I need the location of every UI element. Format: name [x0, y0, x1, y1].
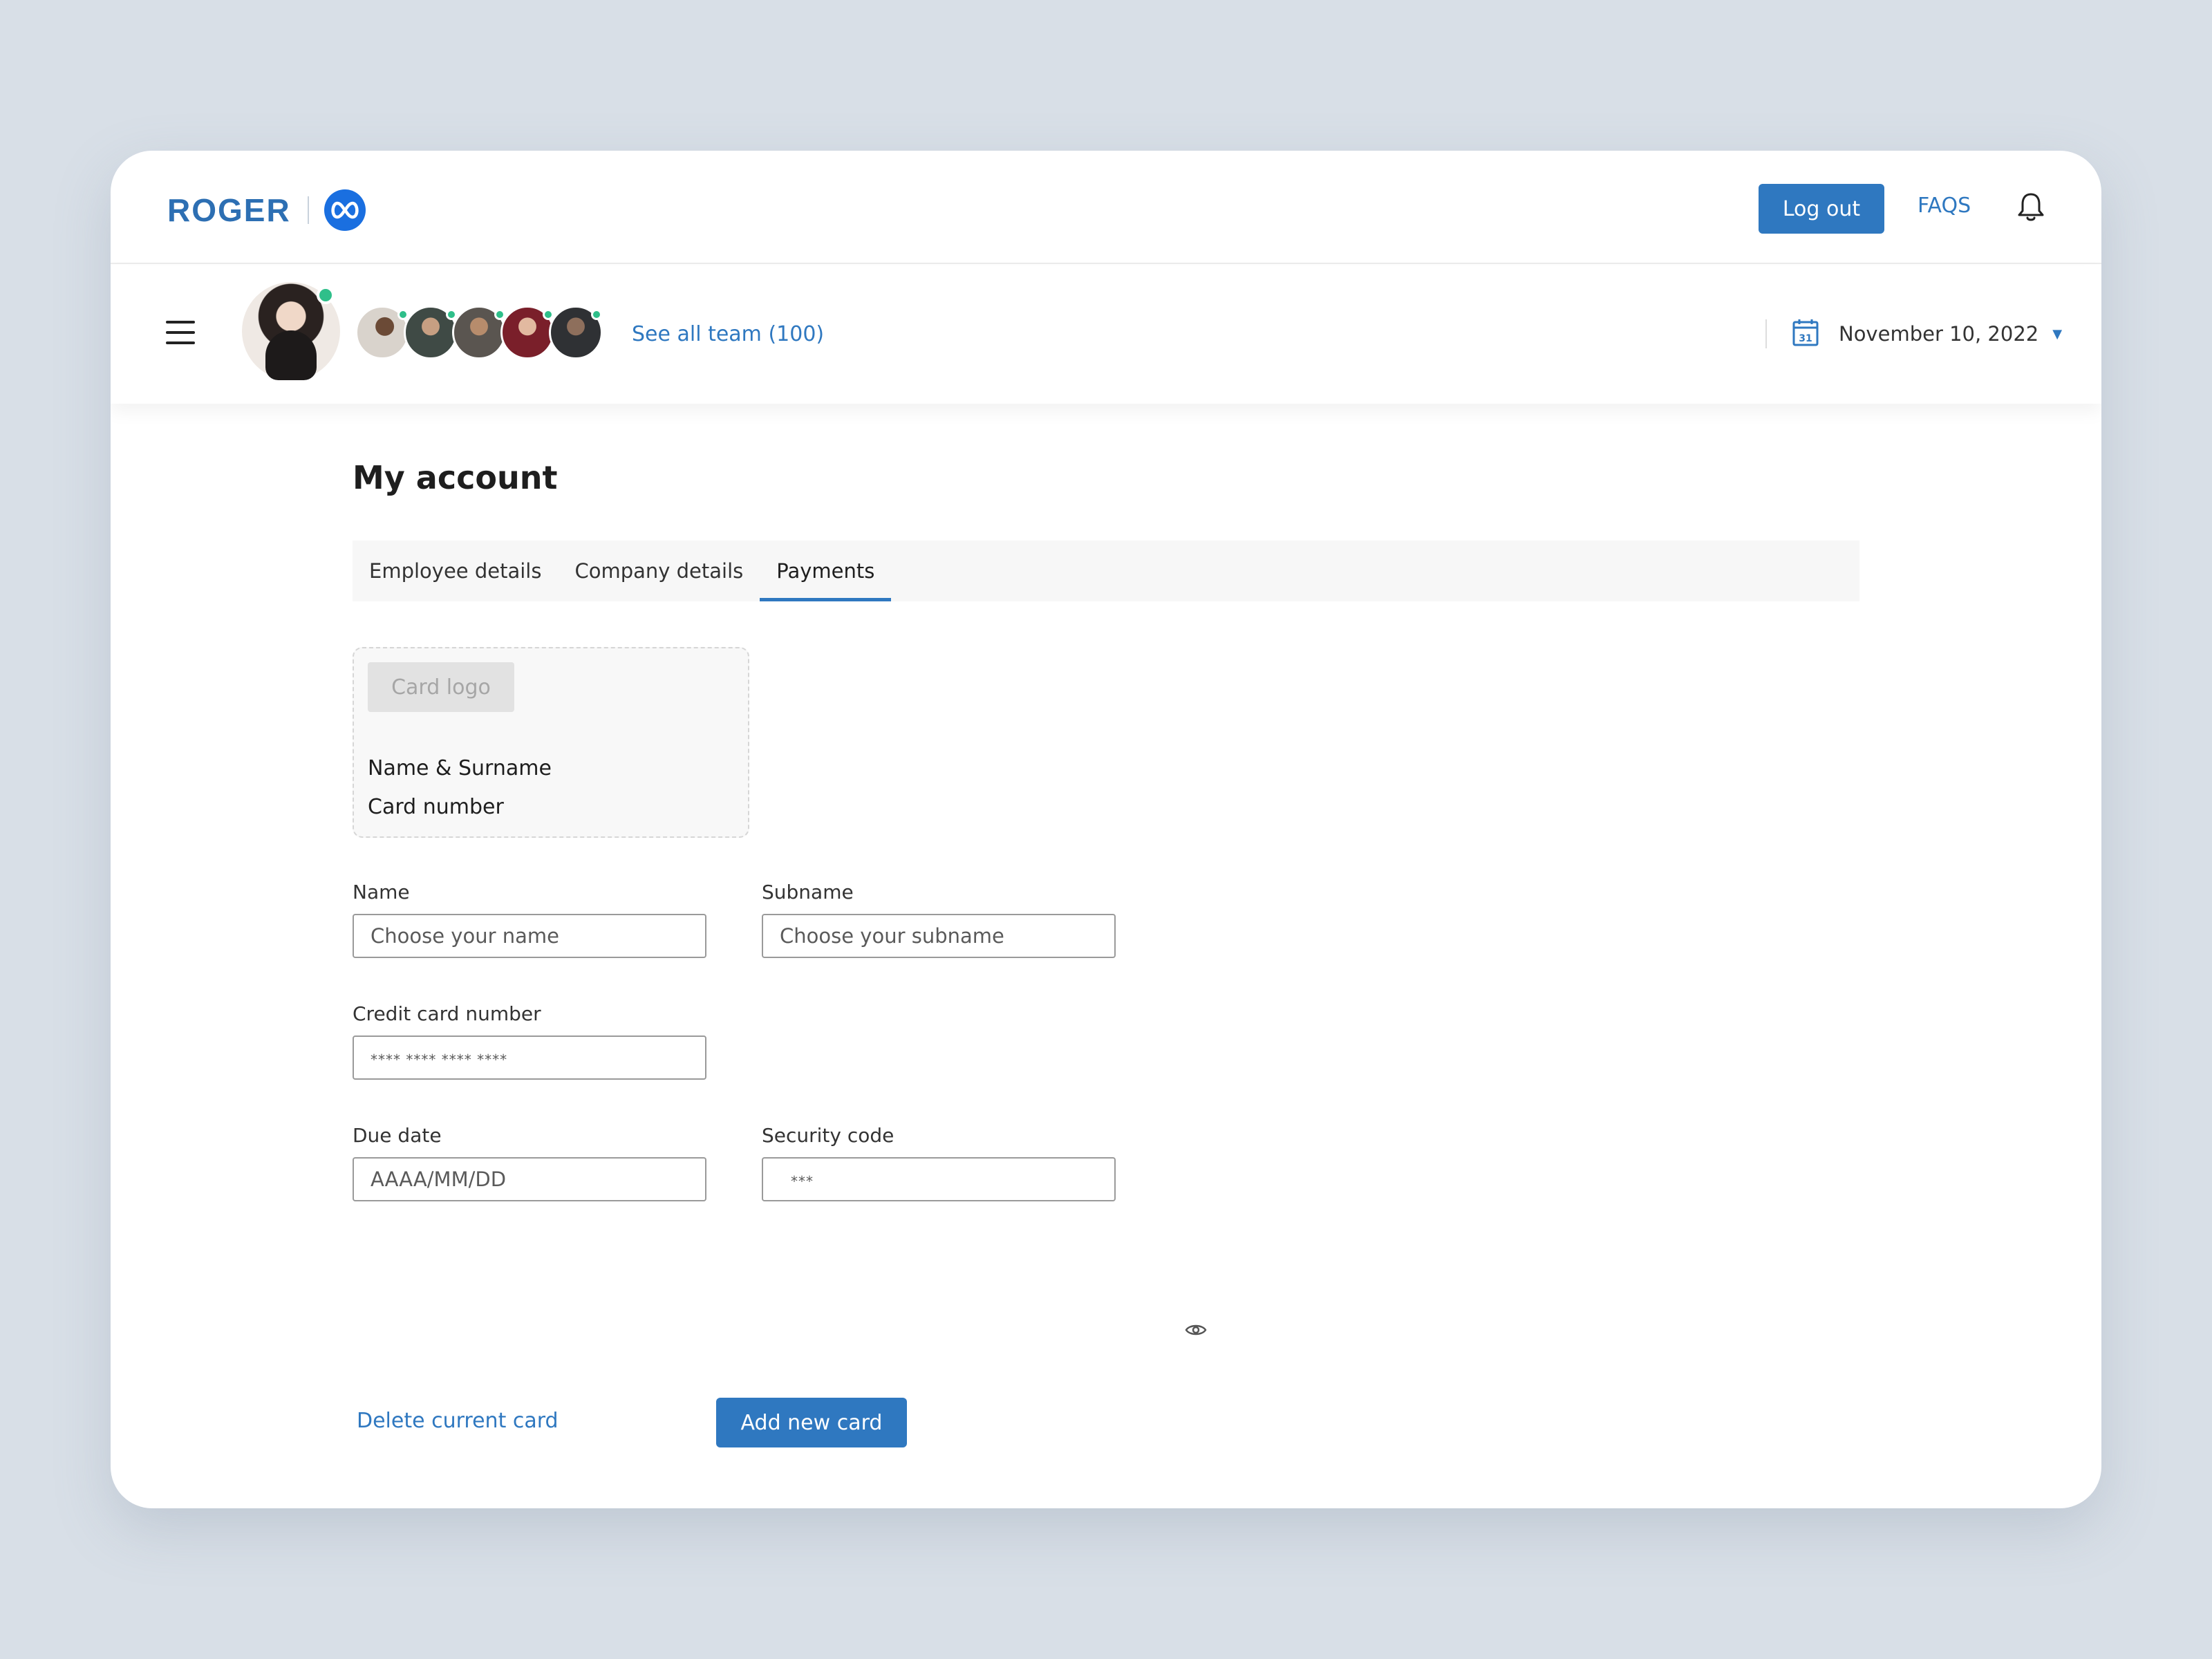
team-avatar[interactable]: [355, 306, 409, 359]
account-tabs: Employee details Company details Payment…: [353, 541, 1859, 601]
page-title: My account: [353, 459, 558, 496]
menu-icon[interactable]: [166, 321, 195, 344]
due-date-input[interactable]: [353, 1157, 706, 1201]
meta-infinity-icon: [324, 189, 366, 231]
svg-text:31: 31: [1799, 333, 1812, 344]
card-logo-placeholder: Card logo: [368, 662, 514, 712]
date-divider: [1765, 319, 1767, 348]
card-preview: Card logo Name & Surname Card number: [353, 647, 749, 838]
card-number-input[interactable]: [353, 1035, 706, 1080]
card-holder-name: Name & Surname: [368, 756, 552, 780]
date-picker[interactable]: 31 November 10, 2022 ▼: [1792, 317, 2062, 351]
brand-name: ROGER: [167, 192, 291, 228]
logout-button[interactable]: Log out: [1759, 184, 1884, 234]
calendar-icon: 31: [1792, 318, 1819, 350]
team-avatar[interactable]: [452, 306, 506, 359]
top-bar: ROGER Log out FAQS: [111, 151, 2101, 264]
eye-icon[interactable]: [1183, 1318, 1208, 1342]
name-input[interactable]: [353, 914, 706, 958]
team-avatar[interactable]: [404, 306, 458, 359]
security-code-label: Security code: [762, 1124, 894, 1147]
team-avatar[interactable]: [500, 306, 554, 359]
avatar[interactable]: [242, 282, 340, 380]
tab-employee-details[interactable]: Employee details: [353, 541, 558, 601]
card-number-label: Credit card number: [353, 1002, 541, 1025]
see-all-team-link[interactable]: See all team (100): [632, 322, 824, 346]
tab-company-details[interactable]: Company details: [558, 541, 760, 601]
tab-payments[interactable]: Payments: [760, 541, 892, 601]
brand-divider: [307, 196, 309, 224]
add-new-card-button[interactable]: Add new card: [716, 1398, 907, 1447]
subname-input[interactable]: [762, 914, 1116, 958]
due-date-label: Due date: [353, 1124, 442, 1147]
faqs-link[interactable]: FAQS: [1918, 194, 1971, 218]
team-bar: See all team (100) 31 November 10, 2022 …: [111, 265, 2101, 404]
delete-card-button[interactable]: Delete current card: [357, 1409, 559, 1433]
selected-date: November 10, 2022: [1839, 322, 2039, 346]
brand[interactable]: ROGER: [167, 189, 366, 231]
card-number-display: Card number: [368, 795, 504, 819]
online-indicator: [317, 286, 335, 304]
name-label: Name: [353, 881, 410, 903]
team-avatar[interactable]: [549, 306, 603, 359]
security-code-input[interactable]: [762, 1157, 1116, 1201]
subname-label: Subname: [762, 881, 854, 903]
team-avatars[interactable]: [355, 306, 618, 361]
bell-icon[interactable]: [2010, 187, 2052, 228]
app-window: ROGER Log out FAQS See all team (100) 31…: [111, 151, 2101, 1508]
chevron-down-icon: ▼: [2052, 326, 2063, 341]
